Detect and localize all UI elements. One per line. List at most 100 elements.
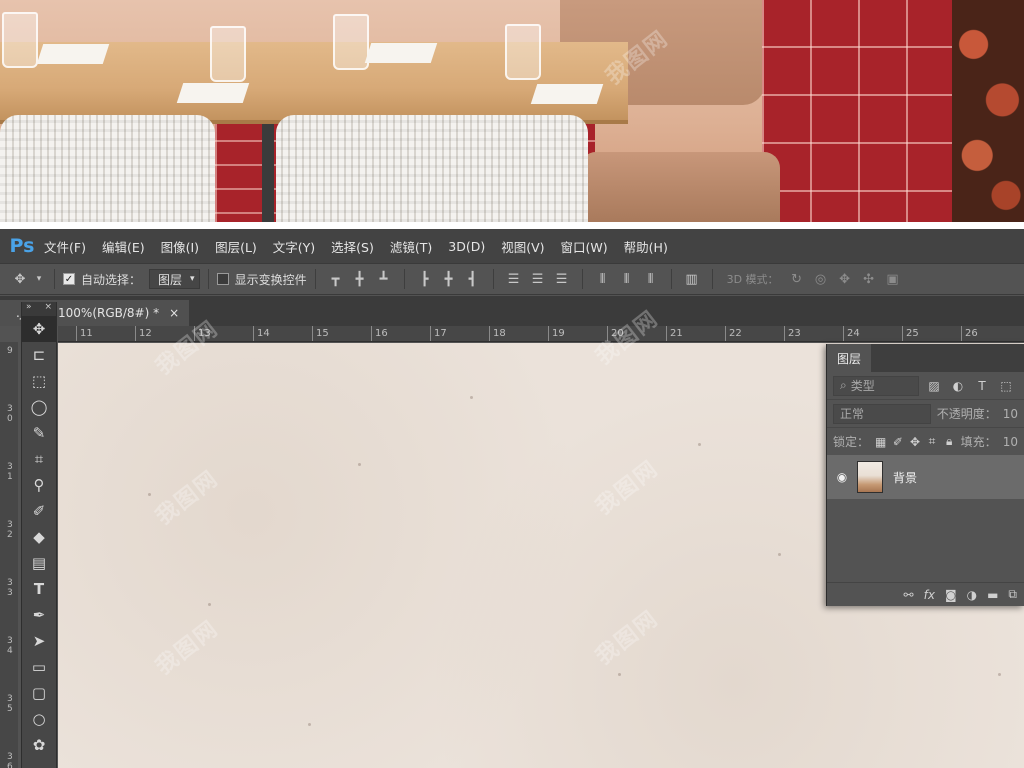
show-transform-label: 显示变换控件	[234, 272, 307, 287]
close-icon[interactable]: ×	[169, 306, 179, 320]
tools-panel-header[interactable]: » ×	[22, 302, 56, 316]
distribute-top-icon[interactable]: ☰	[502, 272, 526, 287]
distribute-hcenter-icon[interactable]: ⫴	[615, 272, 639, 287]
gradient-tool-icon[interactable]: ▤	[22, 550, 56, 576]
link-icon[interactable]: ⚯	[904, 588, 914, 602]
path-select-tool-icon[interactable]: ➤	[22, 628, 56, 654]
canvas-texture-speck	[998, 673, 1001, 676]
custom-shape-tool-icon[interactable]: ✿	[22, 732, 56, 758]
vertical-ruler: 9 3 0 3 1 3 2 3 3 3 4 3 5 3 6	[0, 342, 18, 768]
eye-icon[interactable]: ◉	[827, 470, 857, 484]
rectangle-tool-icon[interactable]: ▭	[22, 654, 56, 680]
auto-select-target-dropdown[interactable]: 图层 ▾	[149, 269, 200, 289]
chevron-down-icon[interactable]: ▾	[32, 274, 46, 284]
new-layer-icon[interactable]: ⧉	[1008, 587, 1017, 602]
show-transform-checkbox[interactable]	[216, 273, 229, 285]
align-top-icon[interactable]: ┳	[324, 272, 348, 287]
blend-mode-dropdown[interactable]: 正常	[833, 403, 931, 424]
ellipse-tool-icon[interactable]: ○	[22, 706, 56, 732]
align-vcenter-icon[interactable]: ╋	[348, 272, 372, 287]
layer-filter-value: 类型	[850, 379, 875, 393]
align-bottom-icon[interactable]: ┻	[372, 272, 396, 287]
ruler-tick	[253, 326, 254, 341]
distribute-vcenter-icon[interactable]: ☰	[526, 272, 550, 287]
lock-transparent-icon[interactable]: ▦	[875, 435, 886, 449]
menu-view[interactable]: 视图(V)	[501, 237, 544, 256]
quick-select-tool-icon[interactable]: ✎	[22, 420, 56, 446]
move-tool-icon[interactable]: ✥	[22, 316, 56, 342]
blend-mode-value: 正常	[840, 407, 865, 421]
ruler-label: 21	[670, 328, 683, 339]
layer-row[interactable]: ◉ 背景	[827, 455, 1024, 499]
distribute-bottom-icon[interactable]: ☰	[550, 272, 574, 287]
lock-pixels-icon[interactable]: ✐	[892, 435, 903, 449]
chevron-down-icon: ▾	[190, 274, 195, 284]
photo-red-tiles	[762, 0, 952, 222]
pen-tool-icon[interactable]: ✒	[22, 602, 56, 628]
photo-glass	[505, 24, 541, 80]
divider	[492, 269, 494, 289]
3d-pan-icon[interactable]: ✥	[833, 272, 857, 287]
opacity-value[interactable]: 10	[1003, 407, 1018, 421]
brush-tool-icon[interactable]: ✐	[22, 498, 56, 524]
lasso-tool-icon[interactable]: ◯	[22, 394, 56, 420]
crop-tool-icon[interactable]: ⌗	[22, 446, 56, 472]
tab-layers[interactable]: 图层	[827, 344, 872, 372]
lock-artboard-icon[interactable]: ⌗	[927, 434, 938, 449]
artboard-tool-icon[interactable]: ⊏	[22, 342, 56, 368]
filter-image-icon[interactable]: ▨	[925, 379, 943, 393]
distribute-left-icon[interactable]: ⫴	[591, 272, 615, 287]
ruler-label: 18	[493, 328, 506, 339]
align-hcenter-icon[interactable]: ╋	[437, 272, 461, 287]
eraser-tool-icon[interactable]: ◆	[22, 524, 56, 550]
menu-image[interactable]: 图像(I)	[161, 237, 199, 256]
lock-position-icon[interactable]: ✥	[909, 435, 920, 449]
canvas-texture-speck	[208, 603, 211, 606]
app-logo: Ps	[9, 235, 35, 257]
filter-shape-icon[interactable]: ⬚	[997, 379, 1015, 393]
photo-wicker-chair	[0, 115, 215, 222]
menu-type[interactable]: 文字(Y)	[273, 237, 315, 256]
3d-slide-icon[interactable]: ✣	[857, 272, 881, 287]
distribute-right-icon[interactable]: ⫴	[639, 272, 663, 287]
menu-edit[interactable]: 编辑(E)	[102, 237, 145, 256]
adjustment-layer-icon[interactable]: ◑	[967, 588, 977, 602]
align-right-icon[interactable]: ┫	[461, 272, 485, 287]
lock-label: 锁定：	[833, 435, 870, 449]
menu-3d[interactable]: 3D(D)	[448, 239, 485, 254]
photo-booth-seat	[580, 152, 780, 222]
auto-select-checkbox[interactable]: ✓	[63, 273, 75, 285]
type-tool-icon[interactable]: T	[22, 576, 56, 602]
mask-icon[interactable]: ◙	[945, 588, 957, 602]
3d-roll-icon[interactable]: ◎	[809, 272, 833, 287]
fx-icon[interactable]: fx	[924, 588, 935, 602]
layer-name: 背景	[893, 470, 918, 485]
menu-select[interactable]: 选择(S)	[331, 237, 374, 256]
menu-file[interactable]: 文件(F)	[44, 237, 86, 256]
menu-help[interactable]: 帮助(H)	[624, 237, 668, 256]
ruler-tick	[902, 326, 903, 341]
filter-type-icon[interactable]: T	[973, 379, 991, 393]
menu-filter[interactable]: 滤镜(T)	[390, 237, 432, 256]
folder-icon[interactable]: ▬	[987, 588, 998, 602]
photo-napkin	[364, 43, 438, 63]
3d-camera-icon[interactable]: ▣	[881, 272, 905, 287]
fill-value[interactable]: 10	[1003, 435, 1018, 449]
ruler-tick	[666, 326, 667, 341]
3d-orbit-icon[interactable]: ↻	[785, 272, 809, 287]
ruler-tick	[194, 326, 195, 341]
auto-align-icon[interactable]: ▥	[680, 272, 704, 287]
layer-filter-dropdown[interactable]: ⌕ 类型	[833, 375, 919, 396]
menu-layer[interactable]: 图层(L)	[215, 237, 257, 256]
ruler-label: 24	[847, 328, 860, 339]
search-icon: ⌕	[840, 378, 847, 392]
eyedropper-tool-icon[interactable]: ⚲	[22, 472, 56, 498]
move-tool-preset-icon[interactable]: ✥	[8, 272, 32, 287]
menu-window[interactable]: 窗口(W)	[561, 237, 608, 256]
align-left-icon[interactable]: ┣	[413, 272, 437, 287]
rounded-rect-tool-icon[interactable]: ▢	[22, 680, 56, 706]
fill-label: 填充：	[960, 435, 997, 449]
marquee-tool-icon[interactable]: ⬚	[22, 368, 56, 394]
lock-all-icon[interactable]: 🔒︎	[944, 434, 955, 449]
filter-adjustment-icon[interactable]: ◐	[949, 379, 967, 393]
